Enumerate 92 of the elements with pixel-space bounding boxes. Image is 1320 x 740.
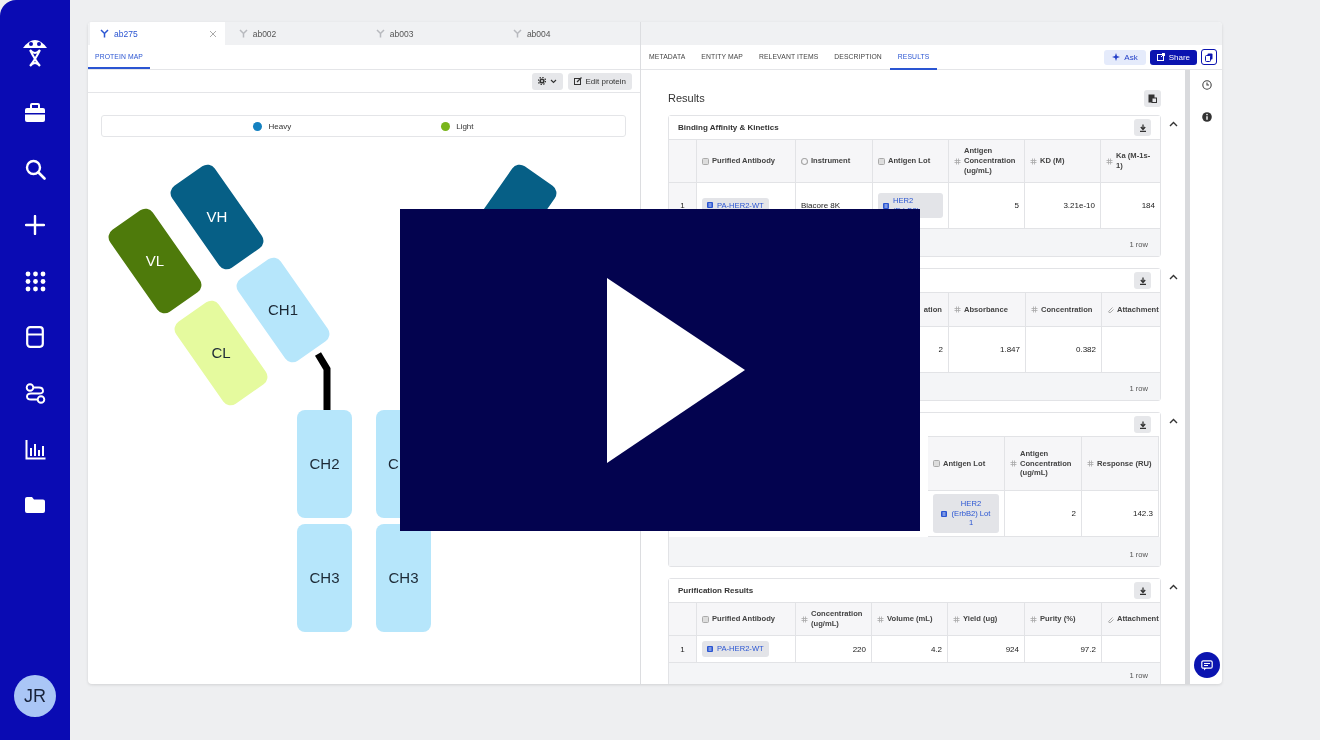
share-button[interactable]: Share — [1149, 49, 1197, 65]
table-cell: 5 — [949, 183, 1025, 229]
chevron-up-icon[interactable] — [1168, 121, 1178, 127]
hash-icon — [1030, 615, 1037, 623]
antibody-icon — [100, 29, 109, 38]
copy-button[interactable] — [1201, 49, 1217, 65]
document-tab[interactable]: ab002 — [228, 22, 366, 45]
scrollbar[interactable] — [1185, 70, 1190, 684]
user-avatar[interactable]: JR — [14, 675, 56, 717]
hash-icon — [1106, 157, 1113, 165]
play-icon[interactable] — [607, 277, 745, 463]
settings-dropdown[interactable] — [531, 72, 563, 90]
hinge-line — [315, 352, 331, 410]
document-tab[interactable]: ab004 — [502, 22, 640, 45]
entity-icon — [707, 646, 713, 652]
chat-button[interactable] — [1193, 652, 1220, 678]
section-heading: Results — [668, 92, 705, 104]
grid-icon[interactable] — [24, 270, 46, 292]
row-number: 1 — [669, 636, 697, 663]
edit-icon — [573, 77, 582, 85]
protein-domain[interactable]: CH3 — [376, 524, 431, 632]
hash-icon — [953, 615, 960, 623]
entity-icon — [702, 615, 709, 623]
dropdown-icon — [801, 157, 808, 165]
entity-icon — [707, 202, 713, 209]
protein-domain[interactable]: CH2 — [297, 410, 352, 518]
table-cell: 220 — [796, 636, 872, 663]
entity-icon — [933, 460, 940, 467]
ask-button[interactable]: Ask — [1104, 49, 1146, 65]
chevron-up-icon[interactable] — [1168, 274, 1178, 280]
download-button[interactable] — [1134, 582, 1151, 599]
external-link-icon — [1156, 53, 1165, 61]
export-button[interactable] — [1144, 89, 1161, 107]
table-cell: 1.847 — [949, 327, 1026, 373]
table-cell: 0.382 — [1026, 327, 1102, 373]
paperclip-icon — [1107, 615, 1114, 623]
legend-label: Heavy — [268, 121, 292, 131]
gear-icon — [537, 77, 546, 85]
briefcase-icon[interactable] — [24, 103, 46, 123]
panel-icon[interactable] — [26, 326, 44, 348]
document-icon — [1148, 93, 1157, 103]
download-icon — [1138, 276, 1147, 285]
download-button[interactable] — [1134, 119, 1151, 136]
table-cell: 142.3 — [1082, 491, 1159, 537]
search-icon[interactable] — [24, 158, 46, 180]
antibody-icon — [512, 29, 522, 38]
hash-icon — [1087, 460, 1094, 467]
hash-icon — [1010, 460, 1017, 467]
download-icon — [1138, 420, 1147, 429]
table-title: Purification Results — [678, 586, 754, 595]
edit-protein-button[interactable]: Edit protein — [567, 72, 632, 90]
bar-chart-icon[interactable] — [24, 438, 46, 460]
hash-icon — [801, 615, 808, 623]
table-title: Binding Affinity & Kinetics — [678, 123, 779, 132]
caret-icon — [549, 78, 557, 84]
entity-icon — [878, 157, 885, 165]
antibody-icon — [375, 29, 385, 38]
table-cell: 924 — [948, 636, 1025, 663]
chevron-up-icon[interactable] — [1168, 584, 1178, 590]
table-cell: 184 — [1101, 183, 1161, 229]
table-cell: 97.2 — [1025, 636, 1102, 663]
chat-icon — [1200, 659, 1213, 671]
download-icon — [1138, 123, 1147, 132]
legend-label: Light — [456, 121, 474, 131]
protein-domain[interactable]: CH3 — [297, 524, 352, 632]
hash-icon — [1031, 306, 1038, 313]
entity-icon — [702, 157, 709, 165]
table-cell: 3.21e-10 — [1025, 183, 1101, 229]
download-button[interactable] — [1134, 272, 1151, 289]
paperclip-icon — [1107, 306, 1114, 313]
table-cell: 4.2 — [872, 636, 948, 663]
copy-icon — [1205, 52, 1213, 62]
download-button[interactable] — [1134, 416, 1151, 433]
hash-icon — [877, 615, 884, 623]
video-overlay[interactable] — [400, 209, 920, 531]
document-tab[interactable]: ab275 — [90, 22, 225, 45]
entity-icon — [941, 510, 947, 517]
hash-icon — [954, 306, 961, 313]
entity-icon — [883, 202, 889, 209]
chevron-up-icon[interactable] — [1168, 418, 1178, 424]
info-icon[interactable] — [1201, 112, 1212, 122]
workflow-icon[interactable] — [24, 382, 46, 404]
clock-icon[interactable] — [1201, 80, 1212, 90]
antibody-icon — [238, 29, 248, 38]
hash-icon — [954, 157, 961, 165]
folder-icon[interactable] — [24, 496, 46, 514]
hash-icon — [1030, 157, 1037, 165]
download-icon — [1138, 586, 1147, 595]
table-cell: 2 — [1005, 491, 1082, 537]
document-tab[interactable]: ab003 — [365, 22, 503, 45]
sparkle-icon — [1112, 53, 1121, 61]
plus-icon[interactable] — [25, 215, 45, 235]
